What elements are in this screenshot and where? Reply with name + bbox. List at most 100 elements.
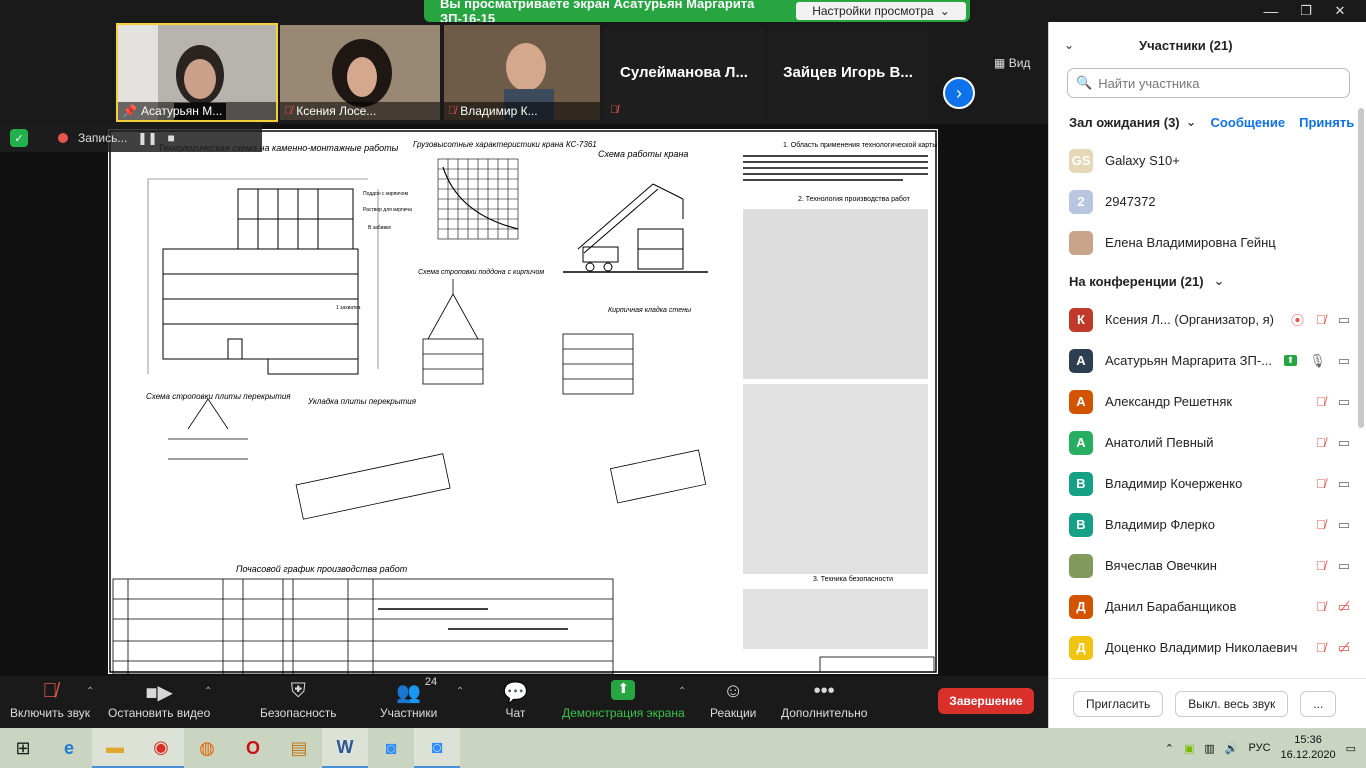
admit-link[interactable]: Принять [1299, 115, 1354, 130]
minimize-icon[interactable]: — [1256, 0, 1288, 22]
search-participant-input[interactable]: 🔍 Найти участника [1067, 68, 1350, 98]
clock[interactable]: 15:36 16.12.2020 [1281, 733, 1336, 763]
participant-row[interactable]: В Владимир Кочерженко 🎙̸ ▭ [1049, 463, 1366, 504]
avatar: Д [1069, 594, 1093, 619]
camera-icon[interactable]: ▭ [1338, 353, 1350, 369]
next-page-button[interactable]: › [943, 77, 975, 109]
tile-name: 🎙̸ Владимир К... [444, 102, 600, 120]
mute-all-button[interactable]: Выкл. весь звук [1175, 690, 1289, 717]
notes-app-icon[interactable]: ▤ [276, 728, 322, 768]
nvidia-icon[interactable]: ▣ [1184, 742, 1194, 755]
mic-off-icon[interactable]: 🎙̸ [1316, 476, 1326, 491]
drawing-title-scheme: Схема работы крана [598, 149, 688, 159]
panel-footer: Пригласить Выкл. весь звук ... [1049, 678, 1366, 728]
camera-icon[interactable]: ▭ [1338, 394, 1350, 410]
zoom-icon[interactable]: ◙ [368, 728, 414, 768]
mic-off-icon[interactable]: 🎙̸ [1316, 640, 1326, 655]
participant-row[interactable]: А Анатолий Певный 🎙̸ ▭ [1049, 422, 1366, 463]
word-icon[interactable]: W [322, 728, 368, 768]
view-options-button[interactable]: Настройки просмотра ⌄ [796, 2, 966, 20]
mic-icon[interactable]: 🎙 [1309, 353, 1326, 369]
share-screen-button[interactable]: ⬆ Демонстрация экрана [562, 680, 685, 720]
video-tile[interactable]: 🎙̸ Владимир К... [444, 25, 600, 120]
participant-row[interactable]: Д Данил Барабанщиков 🎙̸ ▭̸ [1049, 586, 1366, 627]
camera-icon[interactable]: ▭ [1338, 558, 1350, 574]
camera-icon[interactable]: ▭ [1338, 435, 1350, 451]
waiting-list-item[interactable]: 2 2947372 [1049, 181, 1366, 222]
notifications-icon[interactable]: ▭ [1346, 742, 1356, 755]
windows-start-icon[interactable]: ⊞ [0, 728, 46, 768]
message-link[interactable]: Сообщение [1211, 115, 1286, 130]
participant-row[interactable]: Д Доценко Владимир Николаевич 🎙̸ ▭̸ [1049, 627, 1366, 668]
chevron-up-icon[interactable]: ⌃ [86, 686, 94, 697]
more-button[interactable]: ••• Дополнительно [781, 680, 867, 720]
participant-row[interactable]: К Ксения Л... (Организатор, я) ⦿ 🎙̸ ▭ [1049, 299, 1366, 340]
camera-icon[interactable]: ▭ [1338, 476, 1350, 492]
language-indicator[interactable]: РУС [1249, 742, 1271, 754]
panel-scrollbar[interactable] [1358, 108, 1364, 428]
reactions-button[interactable]: ☺ Реакции [710, 680, 756, 720]
chevron-up-icon[interactable]: ⌃ [1165, 742, 1174, 755]
people-icon: 👥 24 [396, 676, 438, 704]
slab-sling-title: Схема строповки плиты перекрытия [146, 392, 291, 401]
more-options-button[interactable]: ... [1300, 690, 1337, 717]
avatar: К [1069, 307, 1093, 332]
waiting-list-item[interactable]: GS Galaxy S10+ [1049, 140, 1366, 181]
camera-icon[interactable]: ▭ [1338, 312, 1350, 328]
video-tile[interactable]: Зайцев Игорь В... [768, 25, 928, 120]
chrome-icon[interactable]: ◉ [138, 728, 184, 768]
video-tile[interactable]: 🎙̸ Ксения Лосе... [280, 25, 440, 120]
svg-text:1 захватка: 1 захватка [336, 305, 361, 311]
avatar: В [1069, 512, 1093, 537]
chevron-down-icon[interactable]: ⌄ [1214, 273, 1225, 289]
collapse-chevron-icon[interactable]: ⌄ [1049, 38, 1089, 52]
opera-icon[interactable]: O [230, 728, 276, 768]
chevron-up-icon[interactable]: ⌃ [678, 686, 686, 697]
restore-icon[interactable]: ❐ [1290, 0, 1322, 22]
chevron-up-icon[interactable]: ⌃ [456, 686, 464, 697]
stop-video-button[interactable]: ■▶ Остановить видео [108, 680, 210, 720]
search-icon: 🔍 [1076, 75, 1093, 90]
file-explorer-icon[interactable]: ▬ [92, 728, 138, 768]
participants-button[interactable]: 👥 24 Участники [380, 676, 438, 720]
end-meeting-button[interactable]: Завершение [938, 688, 1034, 714]
chevron-down-icon[interactable]: ⌄ [1186, 114, 1197, 130]
internet-explorer-icon[interactable]: e [46, 728, 92, 768]
invite-button[interactable]: Пригласить [1073, 690, 1164, 717]
camera-off-icon[interactable]: ▭̸ [1338, 599, 1350, 615]
camera-icon[interactable]: ▭ [1338, 517, 1350, 533]
participant-row[interactable]: Вячеслав Овечкин 🎙̸ ▭ [1049, 545, 1366, 586]
waiting-list-item[interactable]: Елена Владимировна Гейнц [1049, 222, 1366, 263]
view-button[interactable]: ▦ Вид [994, 56, 1030, 70]
meeting-toolbar: 🎙̸ Включить звук ⌃ ■▶ Остановить видео ⌃… [0, 676, 1048, 728]
mic-off-icon[interactable]: 🎙̸ [1316, 435, 1326, 450]
pause-icon[interactable]: ❚❚ [137, 131, 157, 145]
shield-icon: ⛨ [290, 680, 306, 702]
stop-icon[interactable]: ■ [168, 131, 175, 145]
video-tile[interactable]: Сулейманова Л... 🎙̸ [604, 25, 764, 120]
participant-row[interactable]: В Владимир Флерко 🎙̸ ▭ [1049, 504, 1366, 545]
unmute-button[interactable]: 🎙̸ Включить звук [10, 680, 90, 720]
mic-off-icon[interactable]: 🎙̸ [1316, 517, 1326, 532]
participant-row[interactable]: А Асатурьян Маргарита ЗП-... ⬆ 🎙 ▭ [1049, 340, 1366, 381]
camera-off-icon[interactable]: ▭̸ [1338, 640, 1350, 656]
participant-row[interactable]: А Александр Решетняк 🎙̸ ▭ [1049, 381, 1366, 422]
firefox-icon[interactable]: ◍ [184, 728, 230, 768]
mic-off-icon[interactable]: 🎙̸ [1316, 312, 1326, 327]
pin-icon: 📌 [122, 104, 137, 118]
network-icon[interactable]: ▥ [1204, 742, 1214, 755]
security-button[interactable]: ⛨ Безопасность [260, 680, 337, 720]
close-icon[interactable]: ✕ [1324, 0, 1356, 22]
schedule-title: Почасовой график производства работ [236, 564, 408, 574]
volume-icon[interactable]: 🔊 [1225, 742, 1239, 755]
video-camera-icon: ■▶ [145, 682, 173, 704]
zoom-meeting-icon[interactable]: ◙ [414, 728, 460, 768]
mic-off-icon[interactable]: 🎙̸ [1316, 558, 1326, 573]
chat-button[interactable]: 💬 Чат [503, 680, 528, 720]
mic-off-icon[interactable]: 🎙̸ [1316, 394, 1326, 409]
avatar: А [1069, 430, 1093, 455]
video-tile[interactable]: 📌 Асатурьян М... [116, 23, 278, 122]
mic-off-icon[interactable]: 🎙̸ [1316, 599, 1326, 614]
chevron-up-icon[interactable]: ⌃ [204, 686, 212, 697]
pallet-title: Схема строповки поддона с кирпичом [418, 268, 544, 276]
